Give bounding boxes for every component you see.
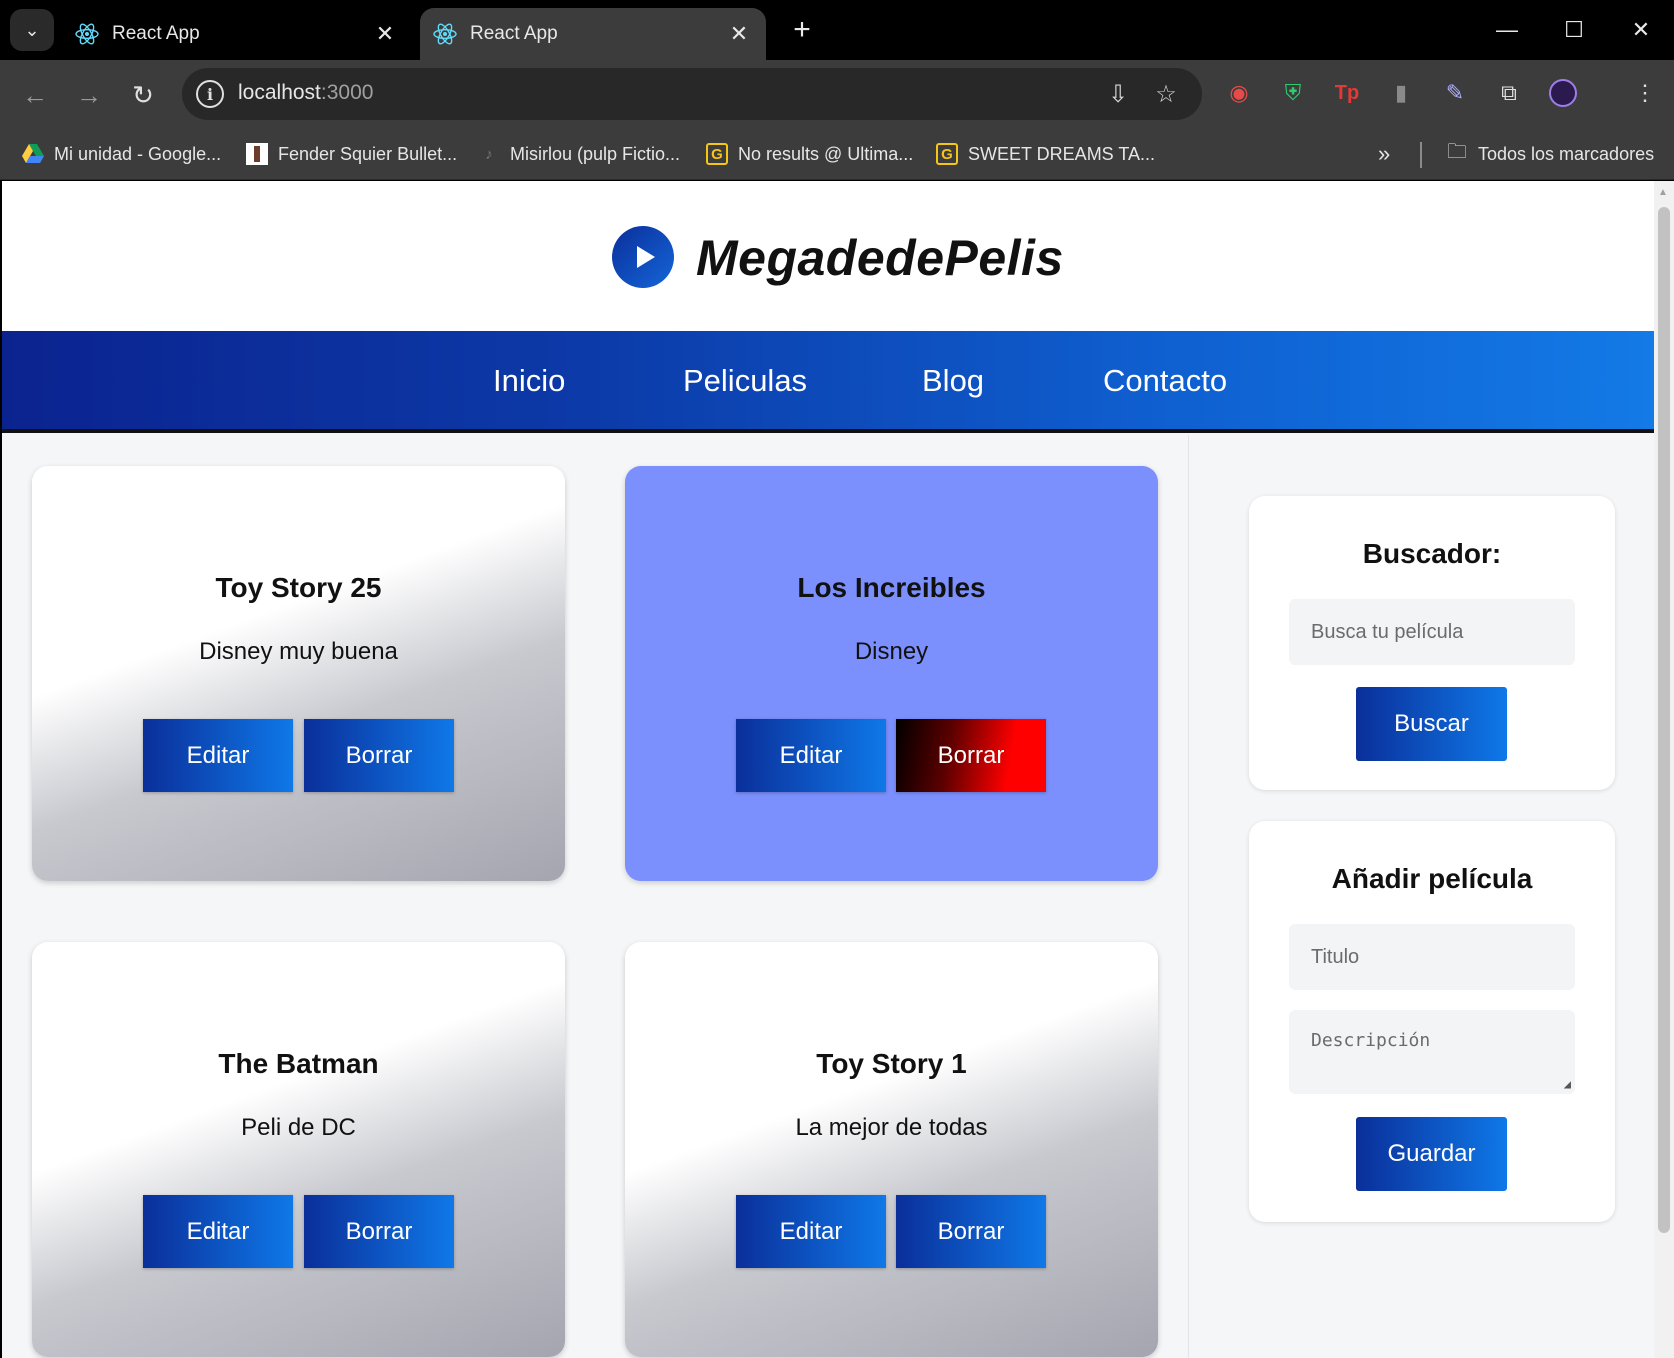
resize-handle-icon[interactable]: ◢: [1564, 1077, 1571, 1091]
edit-button[interactable]: Editar: [143, 719, 293, 792]
bookmarks-bar: Mi unidad - Google... Fender Squier Bull…: [0, 128, 1674, 180]
nav-inicio[interactable]: Inicio: [493, 363, 565, 399]
guitar-thumbnail-icon: [246, 143, 268, 165]
scroll-thumb[interactable]: [1658, 207, 1670, 1233]
forward-icon[interactable]: →: [70, 76, 108, 114]
tab-title: React App: [112, 23, 200, 44]
tab-title: React App: [470, 23, 558, 44]
url-text[interactable]: localhost:3000: [238, 81, 373, 105]
nav-blog[interactable]: Blog: [922, 363, 984, 399]
scroll-up-icon[interactable]: ▲: [1658, 187, 1668, 198]
address-bar[interactable]: i localhost:3000 ⇩ ☆: [182, 68, 1202, 120]
movie-description: Peli de DC: [241, 1114, 356, 1141]
eyedropper-icon[interactable]: ✎: [1438, 76, 1472, 110]
bookmarks-separator: [1420, 142, 1422, 168]
install-app-icon[interactable]: ⇩: [1102, 78, 1134, 110]
kebab-menu-icon[interactable]: ⋮: [1628, 76, 1662, 110]
page-viewport: MegadedePelis Inicio Peliculas Blog Cont…: [2, 181, 1654, 1358]
extension-gray-icon[interactable]: ▮: [1384, 76, 1418, 110]
movie-description: La mejor de todas: [795, 1114, 988, 1141]
bookmark-fender[interactable]: Fender Squier Bullet...: [246, 139, 457, 169]
delete-button[interactable]: Borrar: [896, 719, 1046, 792]
tab-1[interactable]: React App ✕: [62, 8, 412, 60]
extension-alert-icon[interactable]: ◉: [1222, 76, 1256, 110]
search-button[interactable]: Buscar: [1356, 687, 1507, 761]
tab-search-button[interactable]: ⌄: [10, 9, 54, 51]
edit-button[interactable]: Editar: [143, 1195, 293, 1268]
extensions-puzzle-icon[interactable]: ⧉: [1492, 76, 1526, 110]
movie-card-hovered: Los Increibles Disney Editar Borrar: [625, 466, 1158, 881]
movie-title: The Batman: [218, 1048, 379, 1079]
tab-2-active[interactable]: React App ✕: [420, 8, 766, 60]
title-input[interactable]: Titulo: [1289, 924, 1575, 990]
movie-title: Toy Story 1: [816, 1048, 967, 1079]
new-tab-icon[interactable]: +: [782, 10, 822, 50]
browser-toolbar: ← → ↻ i localhost:3000 ⇩ ☆ ◉ ⛨ Tp ▮ ✎ ⧉ …: [0, 60, 1674, 128]
search-panel: Buscador: Busca tu película Buscar: [1249, 496, 1615, 790]
play-logo-icon[interactable]: [612, 226, 674, 288]
add-movie-panel: Añadir película Titulo Descripción ◢ Gua…: [1249, 821, 1615, 1222]
movie-description: Disney muy buena: [199, 638, 398, 665]
site-header: MegadedePelis: [2, 181, 1654, 331]
react-icon: [433, 23, 457, 45]
google-drive-icon: [22, 143, 44, 165]
guitar-tabs-icon: G: [936, 143, 958, 165]
add-movie-heading: Añadir película: [1331, 863, 1533, 894]
site-info-icon[interactable]: i: [196, 80, 224, 108]
movie-card: Toy Story 25 Disney muy buena Editar Bor…: [32, 466, 565, 881]
bookmark-drive[interactable]: Mi unidad - Google...: [22, 139, 221, 169]
search-heading: Buscador:: [1362, 538, 1502, 569]
shield-icon[interactable]: ⛨: [1276, 76, 1310, 110]
main-nav: Inicio Peliculas Blog Contacto: [2, 331, 1654, 433]
tp-extension-icon[interactable]: Tp: [1330, 76, 1364, 110]
reload-icon[interactable]: ↻: [124, 76, 162, 114]
edit-button[interactable]: Editar: [736, 719, 886, 792]
movie-description: Disney: [854, 638, 929, 665]
search-input[interactable]: Busca tu película: [1289, 599, 1575, 665]
site-brand[interactable]: MegadedePelis: [696, 229, 1064, 287]
nav-peliculas[interactable]: Peliculas: [683, 363, 807, 399]
page-scrollbar[interactable]: ▲: [1654, 181, 1674, 1358]
movie-card: Toy Story 1 La mejor de todas Editar Bor…: [625, 942, 1158, 1357]
delete-button[interactable]: Borrar: [304, 1195, 454, 1268]
movie-card: The Batman Peli de DC Editar Borrar: [32, 942, 565, 1357]
bookmarks-overflow-icon[interactable]: »: [1378, 139, 1390, 169]
bookmark-misirlou[interactable]: ♪ Misirlou (pulp Fictio...: [478, 139, 680, 169]
bookmark-star-icon[interactable]: ☆: [1150, 78, 1182, 110]
profile-avatar[interactable]: [1546, 76, 1580, 110]
close-icon[interactable]: ✕: [370, 21, 400, 47]
chevron-down-icon: ⌄: [24, 19, 40, 40]
maximize-icon[interactable]: ☐: [1541, 0, 1607, 60]
edit-button[interactable]: Editar: [736, 1195, 886, 1268]
delete-button[interactable]: Borrar: [896, 1195, 1046, 1268]
delete-button[interactable]: Borrar: [304, 719, 454, 792]
content-divider: [1188, 435, 1189, 1358]
save-button[interactable]: Guardar: [1356, 1117, 1507, 1191]
tab-strip: ⌄ React App ✕ React App ✕ + — ☐ ✕: [0, 0, 1674, 60]
music-icon: ♪: [485, 145, 493, 163]
description-textarea[interactable]: Descripción ◢: [1289, 1010, 1575, 1094]
all-bookmarks[interactable]: 🗀 Todos los marcadores: [1446, 139, 1654, 169]
close-icon[interactable]: ✕: [724, 21, 754, 47]
nav-contacto[interactable]: Contacto: [1103, 363, 1227, 399]
bookmark-ultimate[interactable]: G No results @ Ultima...: [706, 139, 913, 169]
folder-icon: 🗀: [1447, 141, 1467, 163]
close-window-icon[interactable]: ✕: [1608, 0, 1674, 60]
guitar-tabs-icon: G: [706, 143, 728, 165]
movie-title: Los Increibles: [797, 572, 986, 603]
minimize-icon[interactable]: —: [1474, 0, 1540, 60]
back-icon[interactable]: ←: [16, 76, 54, 114]
bookmark-sweet-dreams[interactable]: G SWEET DREAMS TA...: [936, 139, 1155, 169]
movie-title: Toy Story 25: [215, 572, 382, 603]
react-icon: [75, 23, 99, 45]
